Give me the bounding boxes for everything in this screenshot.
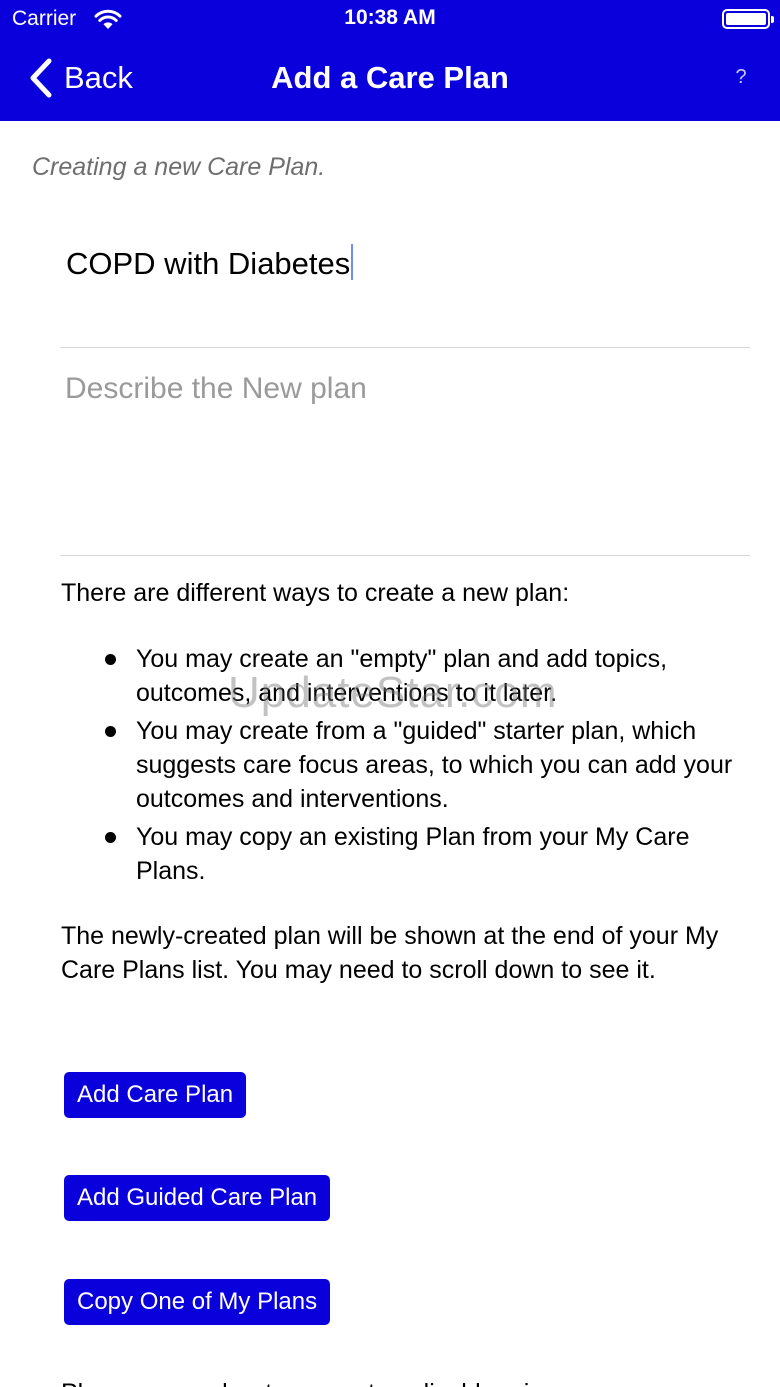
divider (60, 347, 750, 348)
text-caret (351, 244, 354, 280)
list-item: You may create from a "guided" starter p… (100, 714, 740, 816)
form-subtitle: Creating a new Care Plan. (32, 153, 326, 181)
description-field[interactable]: Describe the New plan (65, 372, 367, 406)
bullet-icon (105, 654, 116, 665)
add-guided-care-plan-button[interactable]: Add Guided Care Plan (64, 1175, 331, 1221)
help-button[interactable]: ? (730, 66, 752, 89)
intro-text: There are different ways to create a new… (61, 579, 570, 607)
bullet-icon (105, 832, 116, 843)
status-bar: Carrier 10:38 AM (0, 0, 780, 40)
plan-name-value: COPD with Diabetes (66, 246, 351, 281)
add-care-plan-button[interactable]: Add Care Plan (64, 1072, 247, 1118)
navigation-bar: Carrier 10:38 AM Back Add a Care Plan ? (0, 0, 780, 121)
divider (60, 555, 750, 556)
watermark: UpdateStar.com (228, 668, 558, 717)
status-time: 10:38 AM (344, 6, 436, 29)
copy-plan-button[interactable]: Copy One of My Plans (64, 1279, 331, 1325)
bullet-icon (105, 726, 116, 737)
plan-name-field[interactable]: COPD with Diabetes (66, 244, 354, 282)
note-text: The newly-created plan will be shown at … (61, 922, 719, 984)
list-item: You may copy an existing Plan from your … (100, 820, 740, 888)
privacy-note-text: Please remember to respect applicable pr… (61, 1376, 581, 1387)
battery-icon (722, 9, 774, 29)
page-title: Add a Care Plan (271, 60, 509, 95)
